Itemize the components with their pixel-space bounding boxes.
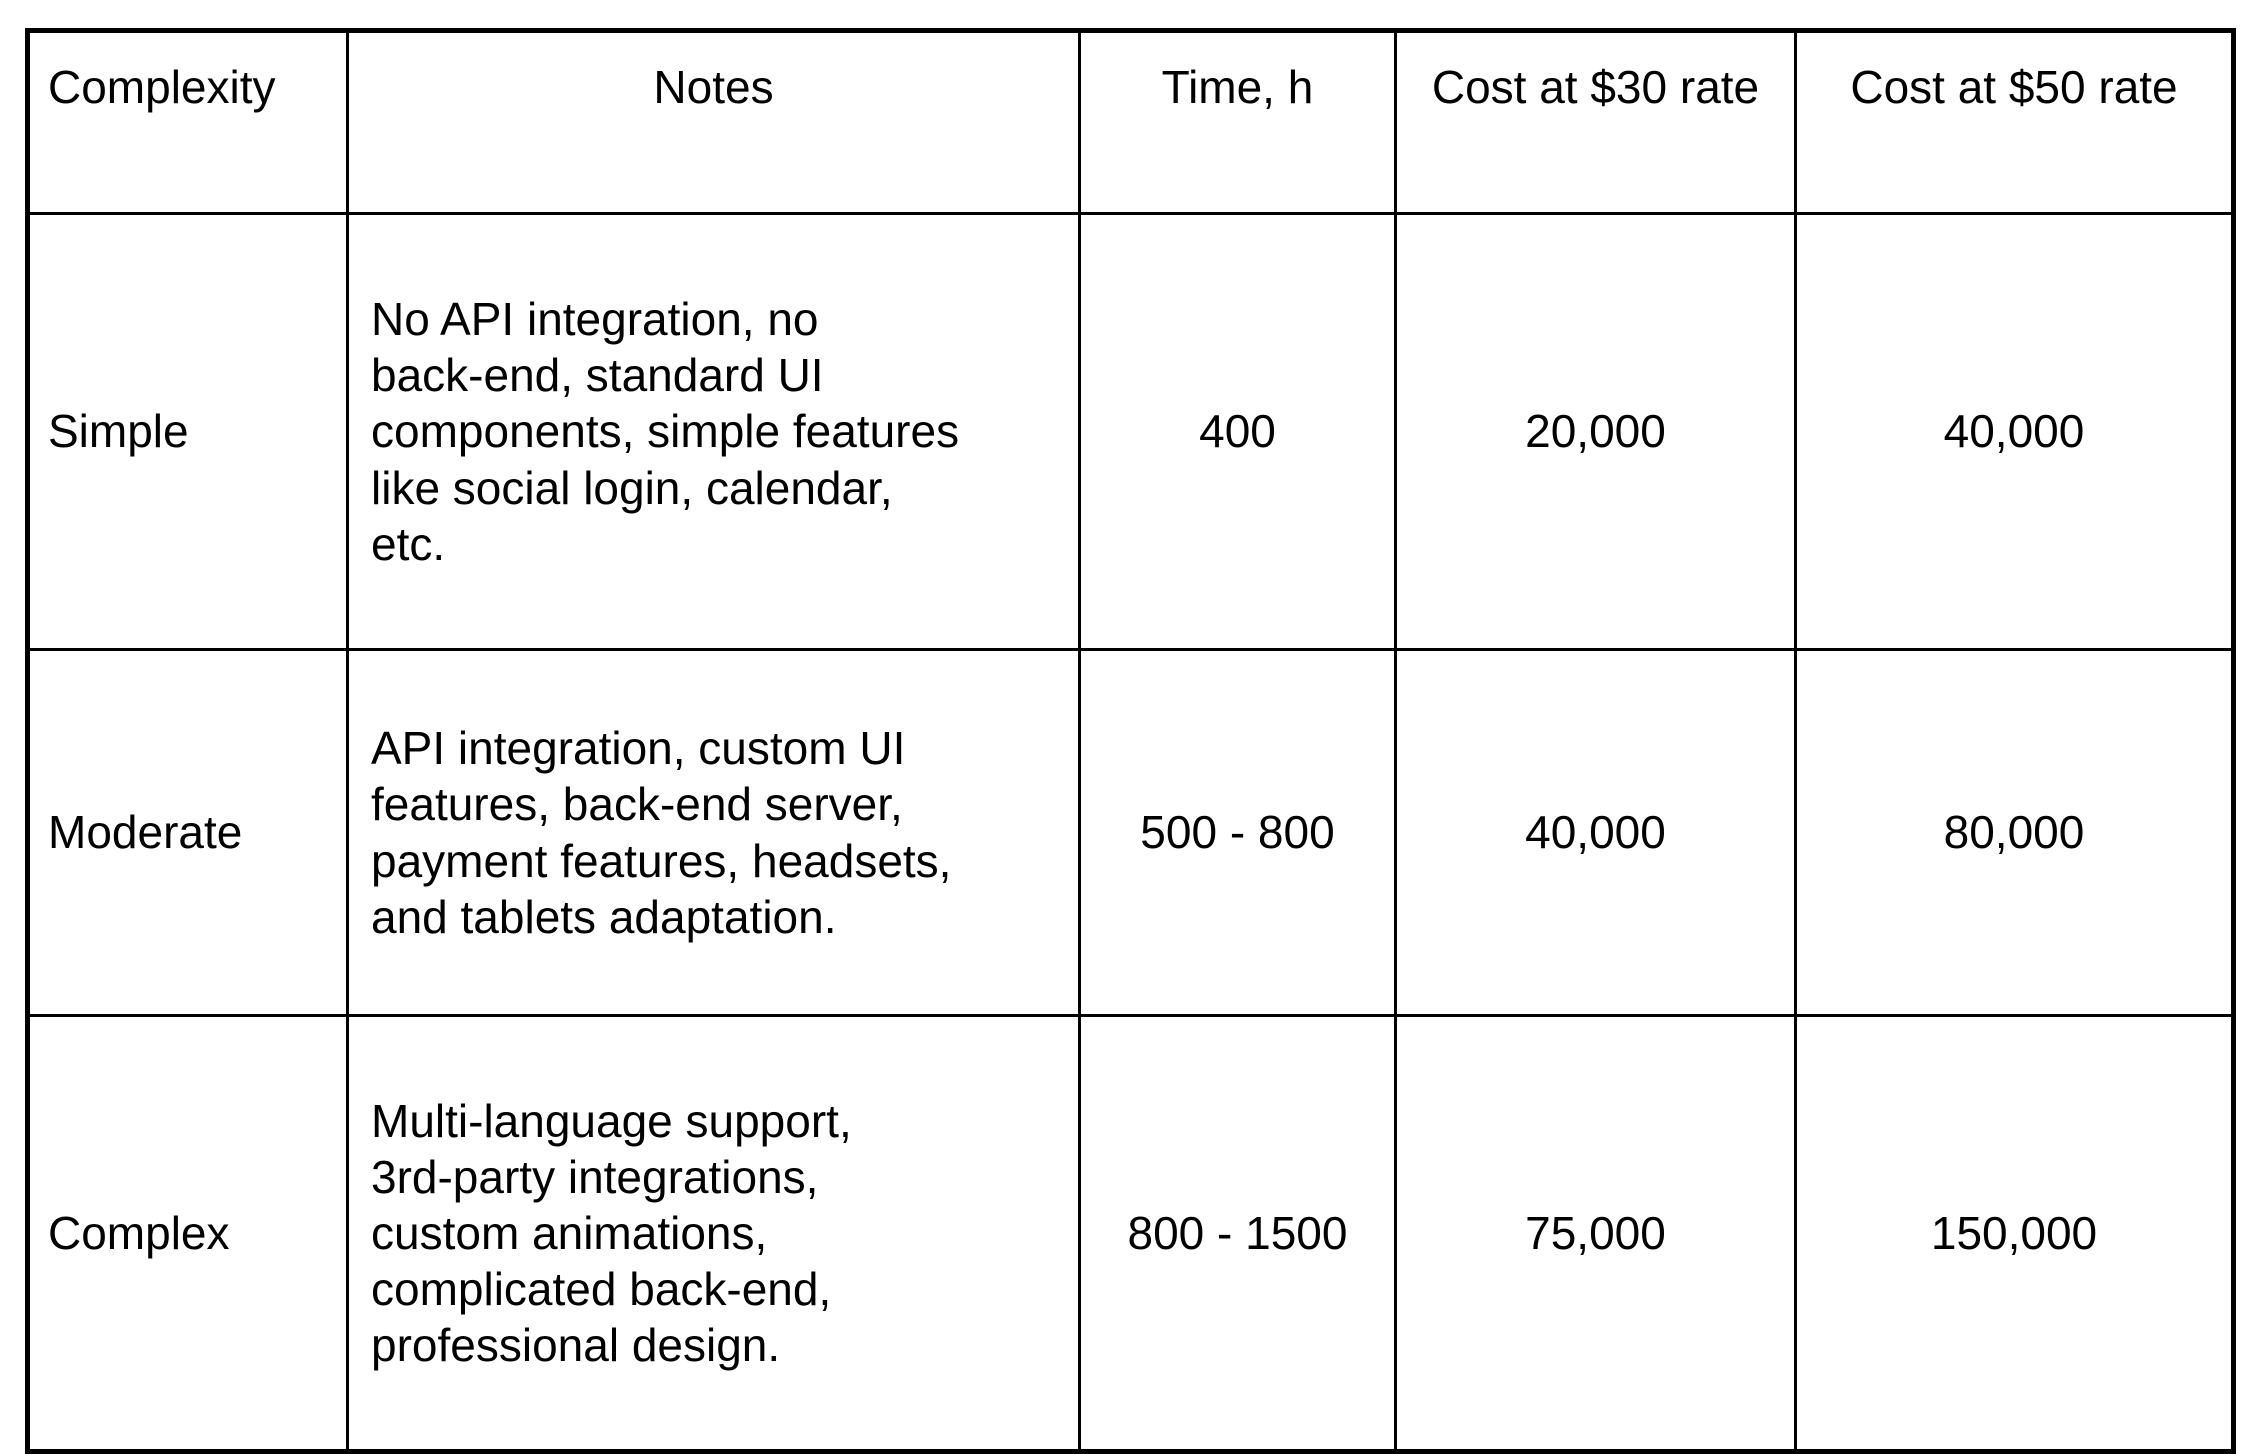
cell-complexity: Simple xyxy=(25,212,349,651)
table-row: Moderate API integration, custom UI featu… xyxy=(25,648,2236,1017)
notes-line: features, back-end server, xyxy=(371,778,903,831)
cell-time: 500 - 800 xyxy=(1078,648,1397,1017)
cell-cost-30-rate: 20,000 xyxy=(1394,212,1797,651)
notes-line: complicated back-end, xyxy=(371,1263,832,1316)
notes-line: 3rd-party integrations, xyxy=(371,1150,819,1203)
notes-line: API integration, custom UI xyxy=(371,722,906,775)
cell-cost-50-rate: 150,000 xyxy=(1794,1014,2236,1454)
page-root: Complexity Notes Time, h Cost at $30 rat… xyxy=(0,0,2260,1454)
cell-complexity: Complex xyxy=(25,1014,349,1454)
column-header-complexity: Complexity xyxy=(25,28,349,215)
cell-time: 400 xyxy=(1078,212,1397,651)
cell-cost-30-rate: 75,000 xyxy=(1394,1014,1797,1454)
column-header-notes: Notes xyxy=(346,28,1081,215)
cell-cost-50-rate: 40,000 xyxy=(1794,212,2236,651)
column-header-cost50: Cost at $50 rate xyxy=(1794,28,2236,215)
cell-notes: API integration, custom UI features, back… xyxy=(346,648,1081,1017)
notes-line: payment features, headsets, xyxy=(371,834,952,887)
notes-line: custom animations, xyxy=(371,1206,768,1259)
notes-line: components, simple features xyxy=(371,405,960,458)
notes-line: professional design. xyxy=(371,1319,781,1372)
cell-complexity: Moderate xyxy=(25,648,349,1017)
cell-cost-30-rate: 40,000 xyxy=(1394,648,1797,1017)
cell-cost-50-rate: 80,000 xyxy=(1794,648,2236,1017)
notes-line: Multi-language support, xyxy=(371,1094,852,1147)
table-row: Complex Multi-language support, 3rd-party… xyxy=(25,1014,2236,1454)
notes-line: back-end, standard UI xyxy=(371,349,824,402)
cell-notes: Multi-language support, 3rd-party integra… xyxy=(346,1014,1081,1454)
table-header: Complexity Notes Time, h Cost at $30 rat… xyxy=(25,28,2236,215)
cell-notes: No API integration, no back-end, standard… xyxy=(346,212,1081,651)
notes-line: No API integration, no xyxy=(371,293,819,346)
column-header-cost30: Cost at $30 rate xyxy=(1394,28,1797,215)
table-body: Simple No API integration, no back-end, s… xyxy=(25,212,2236,1454)
notes-line: like social login, calendar, xyxy=(371,461,893,514)
app-cost-estimate-table: Complexity Notes Time, h Cost at $30 rat… xyxy=(25,28,2236,1454)
column-header-time: Time, h xyxy=(1078,28,1397,215)
header-row: Complexity Notes Time, h Cost at $30 rat… xyxy=(25,28,2236,215)
table-row: Simple No API integration, no back-end, s… xyxy=(25,212,2236,651)
notes-line: and tablets adaptation. xyxy=(371,890,837,943)
cell-time: 800 - 1500 xyxy=(1078,1014,1397,1454)
notes-line: etc. xyxy=(371,517,446,570)
